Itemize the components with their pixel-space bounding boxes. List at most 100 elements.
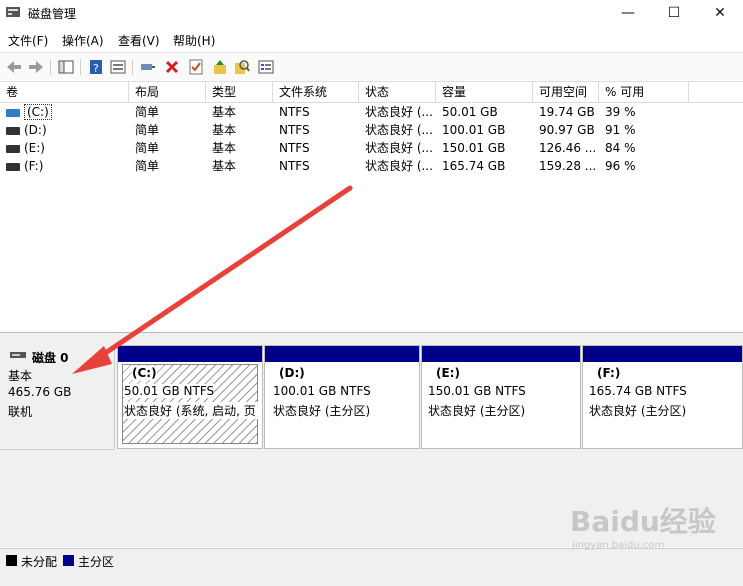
- toolbar-separator: [132, 59, 133, 75]
- up-icon[interactable]: [210, 57, 230, 77]
- drive-icon: [6, 108, 20, 117]
- free-space-cell: 90.97 GB: [539, 123, 595, 137]
- disk-management-icon: [6, 7, 20, 17]
- watermark-logo: Baidu经验: [570, 505, 716, 538]
- capacity-cell: 50.01 GB: [442, 105, 498, 119]
- disk-size: 465.76 GB: [8, 385, 72, 399]
- volume-name: (F:): [24, 159, 44, 173]
- status-cell: 状态良好 (...: [365, 105, 433, 119]
- partition-f[interactable]: (F:) 165.74 GB NTFS 状态良好 (主分区): [582, 345, 743, 449]
- status-cell: 状态良好 (...: [365, 159, 433, 173]
- partition-label: (E:): [436, 366, 460, 380]
- partition-e[interactable]: (E:) 150.01 GB NTFS 状态良好 (主分区): [421, 345, 581, 449]
- partition-label: (F:): [597, 366, 621, 380]
- volume-name: (E:): [24, 141, 45, 155]
- column-header-capacity[interactable]: 容量: [436, 82, 533, 102]
- disk-0-label[interactable]: 磁盘 0 基本 465.76 GB 联机: [0, 345, 115, 450]
- primary-partition-bar: [583, 346, 742, 362]
- layout-cell: 简单: [135, 141, 160, 155]
- console-tree-icon[interactable]: [56, 57, 76, 77]
- filesystem-cell: NTFS: [279, 105, 310, 119]
- properties-icon[interactable]: [108, 57, 128, 77]
- type-cell: 基本: [212, 141, 237, 155]
- disk-icon: [10, 352, 26, 358]
- legend-unallocated: 未分配: [21, 555, 58, 569]
- table-row[interactable]: (C:) 简单 基本 NTFS 状态良好 (... 50.01 GB 19.74…: [0, 103, 743, 121]
- help-icon[interactable]: ?: [86, 57, 106, 77]
- disk-status: 联机: [8, 405, 33, 419]
- window-title: 磁盘管理: [28, 7, 77, 21]
- partition-status: 状态良好 (系统, 启动, 页: [124, 402, 258, 419]
- maximize-button[interactable]: ☐: [651, 0, 697, 26]
- partition-c[interactable]: (C:) 50.01 GB NTFS 状态良好 (系统, 启动, 页: [117, 345, 263, 449]
- status-cell: 状态良好 (...: [365, 141, 433, 155]
- filesystem-cell: NTFS: [279, 123, 310, 137]
- primary-partition-bar: [265, 346, 419, 362]
- column-header-free-space[interactable]: 可用空间: [533, 82, 599, 102]
- menu-bar: 文件(F) 操作(A) 查看(V) 帮助(H): [0, 28, 743, 50]
- capacity-cell: 165.74 GB: [442, 159, 506, 173]
- column-header-layout[interactable]: 布局: [129, 82, 206, 102]
- partition-size: 50.01 GB NTFS: [124, 384, 215, 398]
- legend-primary: 主分区: [78, 555, 115, 569]
- connect-icon[interactable]: [138, 57, 158, 77]
- table-row[interactable]: (E:) 简单 基本 NTFS 状态良好 (... 150.01 GB 126.…: [0, 139, 743, 157]
- layout-cell: 简单: [135, 123, 160, 137]
- list-icon[interactable]: [256, 57, 276, 77]
- primary-partition-bar: [422, 346, 580, 362]
- percent-free-cell: 91 %: [605, 123, 636, 137]
- partition-status: 状态良好 (主分区): [273, 404, 371, 418]
- watermark-url: jingyan.baidu.com: [572, 540, 665, 551]
- delete-icon[interactable]: [162, 57, 182, 77]
- type-cell: 基本: [212, 159, 237, 173]
- menu-view[interactable]: 查看(V): [118, 32, 160, 49]
- svg-text:?: ?: [93, 62, 99, 75]
- filesystem-cell: NTFS: [279, 159, 310, 173]
- capacity-cell: 100.01 GB: [442, 123, 506, 137]
- menu-help[interactable]: 帮助(H): [173, 32, 215, 49]
- unallocated-swatch: [6, 555, 17, 566]
- table-row[interactable]: (F:) 简单 基本 NTFS 状态良好 (... 165.74 GB 159.…: [0, 157, 743, 175]
- layout-cell: 简单: [135, 105, 160, 119]
- close-button[interactable]: ✕: [697, 0, 743, 26]
- partition-label: (C:): [132, 366, 157, 380]
- partition-size: 165.74 GB NTFS: [589, 384, 687, 398]
- menu-action[interactable]: 操作(A): [62, 32, 104, 49]
- column-header-filesystem[interactable]: 文件系统: [273, 82, 359, 102]
- partition-label: (D:): [279, 366, 305, 380]
- column-header-status[interactable]: 状态: [359, 82, 436, 102]
- volume-list: 卷 布局 类型 文件系统 状态 容量 可用空间 % 可用 (C:) 简单 基本 …: [0, 82, 743, 328]
- column-header-type[interactable]: 类型: [206, 82, 273, 102]
- column-header-volume[interactable]: 卷: [0, 82, 129, 102]
- drive-icon: [6, 126, 20, 135]
- check-icon[interactable]: [186, 57, 206, 77]
- filesystem-cell: NTFS: [279, 141, 310, 155]
- drive-icon: [6, 162, 20, 171]
- primary-partition-swatch: [63, 555, 74, 566]
- forward-icon[interactable]: [26, 57, 46, 77]
- partition-d[interactable]: (D:) 100.01 GB NTFS 状态良好 (主分区): [264, 345, 420, 449]
- free-space-cell: 159.28 ...: [539, 159, 597, 173]
- disk-type: 基本: [8, 369, 33, 383]
- type-cell: 基本: [212, 105, 237, 119]
- partition-size: 150.01 GB NTFS: [428, 384, 526, 398]
- disk-name: 磁盘 0: [32, 351, 69, 365]
- primary-partition-bar: [118, 346, 262, 362]
- free-space-cell: 126.46 ...: [539, 141, 597, 155]
- percent-free-cell: 39 %: [605, 105, 636, 119]
- layout-cell: 简单: [135, 159, 160, 173]
- search-icon[interactable]: [232, 57, 252, 77]
- partition-status: 状态良好 (主分区): [428, 404, 526, 418]
- volume-list-header: 卷 布局 类型 文件系统 状态 容量 可用空间 % 可用: [0, 82, 743, 103]
- minimize-button[interactable]: —: [605, 0, 651, 26]
- volume-name: (C:): [24, 104, 52, 120]
- status-bar: [0, 570, 743, 586]
- toolbar-separator: [50, 59, 51, 75]
- column-header-percent-free[interactable]: % 可用: [599, 82, 689, 102]
- partition-size: 100.01 GB NTFS: [273, 384, 371, 398]
- legend: 未分配 主分区: [0, 548, 743, 571]
- type-cell: 基本: [212, 123, 237, 137]
- table-row[interactable]: (D:) 简单 基本 NTFS 状态良好 (... 100.01 GB 90.9…: [0, 121, 743, 139]
- back-icon[interactable]: [4, 57, 24, 77]
- menu-file[interactable]: 文件(F): [8, 32, 48, 49]
